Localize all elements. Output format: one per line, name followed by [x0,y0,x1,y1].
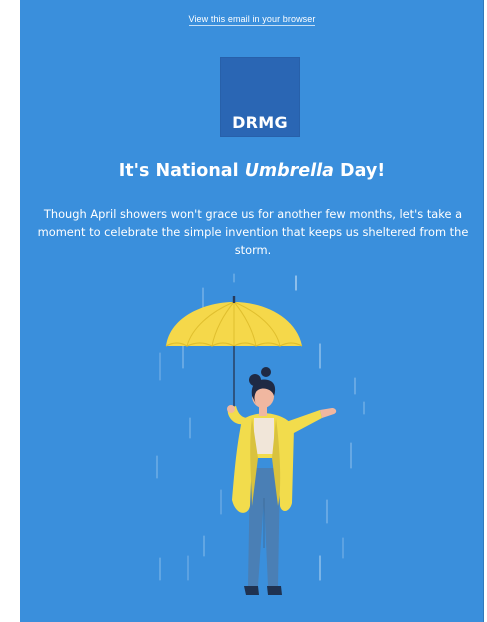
intro-paragraph: Though April showers won't grace us for … [37,207,469,257]
title-prefix: It's National [118,161,245,181]
title-emphasis: Umbrella [244,161,334,181]
drmg-logo[interactable]: DRMG [220,57,300,137]
page-title: It's National Umbrella Day! [20,161,484,181]
view-in-browser-label: View this email in your browser [188,14,316,26]
view-in-browser-link[interactable]: View this email in your browser [20,14,484,26]
email-body: View this email in your browser DRMG It'… [20,0,484,622]
umbrella [165,296,303,415]
title-suffix: Day! [333,161,386,181]
logo-text: DRMG [232,113,288,132]
umbrella-illustration [156,273,365,595]
